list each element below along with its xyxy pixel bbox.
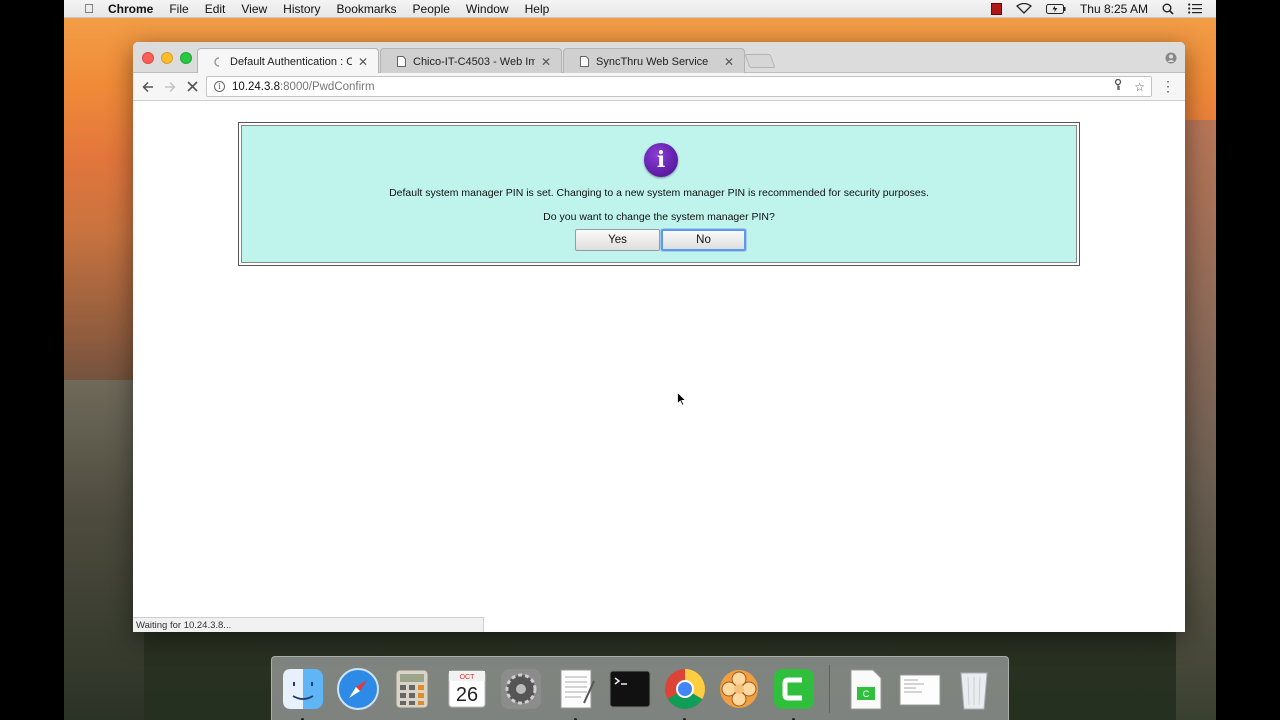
- status-bubble: Waiting for 10.24.3.8...: [133, 617, 484, 632]
- no-button[interactable]: No: [661, 229, 746, 251]
- pin-change-question: Do you want to change the system manager…: [543, 211, 775, 223]
- tab-close-icon[interactable]: ✕: [541, 55, 551, 69]
- url-path: :8000/PwdConfirm: [279, 80, 375, 93]
- browser-toolbar: i 10.24.3.8 :8000/PwdConfirm ☆ ⋮: [133, 73, 1185, 101]
- site-info-icon[interactable]: i: [214, 81, 225, 92]
- media-file-icon: C: [850, 669, 882, 709]
- screen-border-left: [0, 0, 64, 720]
- dock-calculator[interactable]: [389, 666, 435, 712]
- tab-strip: Default Authentication : Chico ✕ Chico-I…: [133, 42, 1185, 74]
- calendar-icon: OCT 26: [448, 670, 485, 707]
- chrome-icon: [664, 668, 705, 709]
- wallpaper-ridge-left: [64, 380, 144, 720]
- terminal-icon: [609, 670, 651, 707]
- screen-border-right: [1216, 0, 1280, 720]
- tab-syncthru-web-service[interactable]: SyncThru Web Service ✕: [563, 48, 745, 74]
- tab-close-icon[interactable]: ✕: [358, 55, 368, 69]
- dock-system-preferences[interactable]: [498, 666, 544, 712]
- apple-menu-icon[interactable]: : [80, 1, 98, 16]
- yes-button[interactable]: Yes: [575, 229, 660, 251]
- tab-title: SyncThru Web Service: [596, 55, 709, 68]
- calculator-icon: [395, 669, 429, 708]
- menu-view[interactable]: View: [241, 2, 267, 16]
- menu-edit[interactable]: Edit: [205, 2, 226, 16]
- dock-safari[interactable]: [335, 666, 381, 712]
- gear-icon: [501, 668, 541, 709]
- mouse-cursor-icon: [677, 392, 687, 406]
- dock-finder[interactable]: [280, 666, 326, 720]
- document-icon: [580, 56, 590, 68]
- photo-booth-icon: [720, 669, 758, 708]
- safari-icon: [336, 667, 379, 710]
- dock-chrome[interactable]: [662, 666, 708, 720]
- dock-separator: [829, 664, 830, 713]
- menu-help[interactable]: Help: [525, 2, 550, 16]
- dock-camtasia[interactable]: [771, 666, 817, 720]
- menu-history[interactable]: History: [283, 2, 320, 16]
- profile-avatar-icon[interactable]: [1165, 51, 1177, 64]
- macos-dock: OCT 26 C: [271, 656, 1009, 720]
- dock-trash[interactable]: [951, 666, 997, 712]
- notification-center-icon[interactable]: [1188, 3, 1202, 14]
- chrome-menu-icon[interactable]: ⋮: [1161, 79, 1175, 93]
- wifi-icon[interactable]: [1015, 3, 1032, 14]
- textedit-icon: [560, 669, 595, 708]
- new-tab-button[interactable]: [744, 54, 776, 68]
- window-close-button[interactable]: [142, 52, 154, 64]
- bookmark-star-icon[interactable]: ☆: [1134, 80, 1145, 94]
- tab-close-icon[interactable]: ✕: [724, 55, 734, 69]
- key-icon[interactable]: [1114, 78, 1122, 94]
- url-host: 10.24.3.8: [232, 80, 280, 93]
- menu-window[interactable]: Window: [466, 2, 509, 16]
- pin-notice-box: i Default system manager PIN is set. Cha…: [238, 122, 1080, 266]
- tab-chico-web-image[interactable]: Chico-IT-C4503 - Web Image ✕: [380, 48, 562, 74]
- menu-app-name[interactable]: Chrome: [108, 2, 153, 16]
- dock-terminal[interactable]: [607, 666, 653, 712]
- spotlight-search-icon[interactable]: [1162, 3, 1174, 15]
- back-button[interactable]: [137, 76, 159, 98]
- window-minimize-button[interactable]: [161, 52, 173, 64]
- pin-notice-panel: i Default system manager PIN is set. Cha…: [241, 125, 1077, 263]
- stop-loading-button[interactable]: [181, 76, 203, 98]
- window-controls: [142, 52, 192, 64]
- dock-document[interactable]: [897, 666, 943, 712]
- document-icon: [397, 56, 407, 68]
- pin-warning-message: Default system manager PIN is set. Chang…: [389, 187, 929, 199]
- trash-icon: [960, 672, 988, 709]
- menu-file[interactable]: File: [169, 2, 188, 16]
- dock-textedit[interactable]: [553, 666, 599, 720]
- info-icon: i: [644, 143, 678, 177]
- menubar-clock[interactable]: Thu 8:25 AM: [1080, 2, 1148, 16]
- svg-text:C: C: [863, 689, 870, 699]
- recording-status-icon[interactable]: [990, 2, 1002, 15]
- tab-title: Chico-IT-C4503 - Web Image: [413, 55, 535, 68]
- dock-photo-booth[interactable]: [716, 666, 762, 712]
- menu-people[interactable]: People: [413, 2, 450, 16]
- dock-media-file[interactable]: C: [842, 666, 888, 712]
- dock-calendar[interactable]: OCT 26: [444, 666, 490, 712]
- calendar-month: OCT: [459, 674, 475, 681]
- page-content: i Default system manager PIN is set. Cha…: [133, 102, 1185, 632]
- forward-button[interactable]: [159, 76, 181, 98]
- loading-spinner-icon: [214, 56, 224, 68]
- menu-bookmarks[interactable]: Bookmarks: [337, 2, 397, 16]
- tab-title: Default Authentication : Chico: [230, 55, 352, 68]
- camtasia-icon: [773, 668, 814, 709]
- tab-default-authentication[interactable]: Default Authentication : Chico ✕: [197, 48, 379, 74]
- battery-icon[interactable]: [1045, 3, 1066, 14]
- calendar-day: 26: [455, 684, 477, 706]
- document-icon: [899, 674, 940, 705]
- address-bar[interactable]: i 10.24.3.8 :8000/PwdConfirm ☆: [206, 76, 1152, 97]
- chrome-window: Default Authentication : Chico ✕ Chico-I…: [133, 42, 1185, 632]
- macos-menu-bar:  Chrome File Edit View History Bookmark…: [64, 0, 1216, 18]
- window-zoom-button[interactable]: [180, 52, 192, 64]
- finder-icon: [283, 668, 323, 709]
